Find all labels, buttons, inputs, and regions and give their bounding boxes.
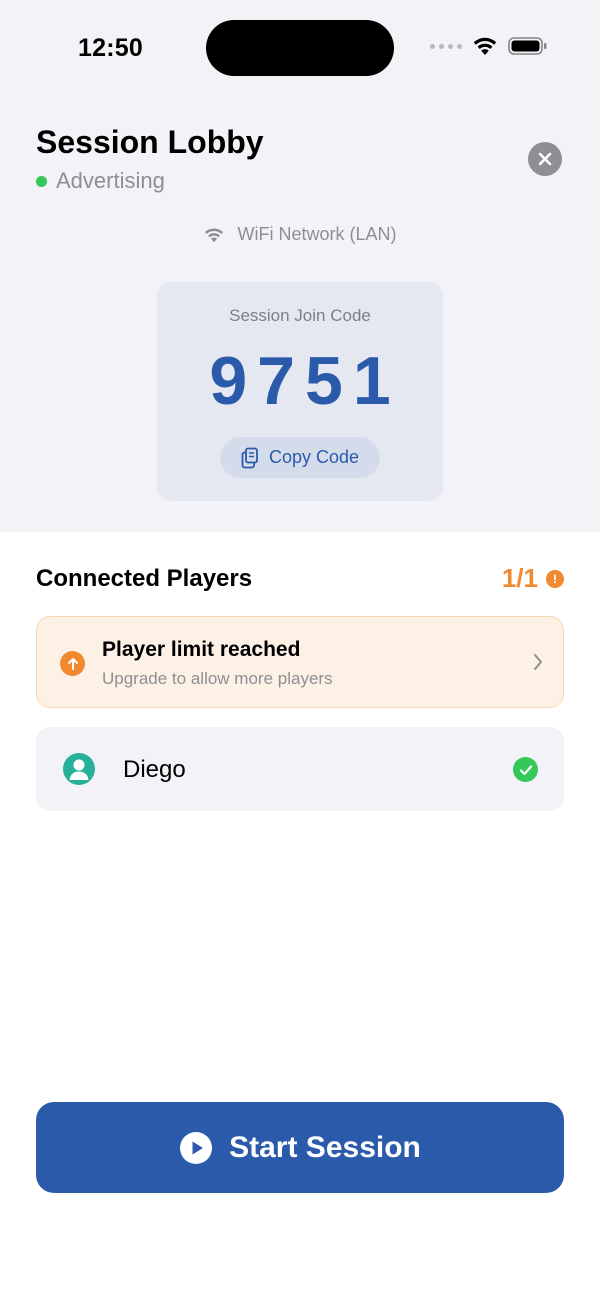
status-label: Advertising [56, 168, 165, 193]
copy-code-label: Copy Code [268, 447, 360, 467]
status-bar-icons [430, 36, 548, 56]
join-code-value: 9751 [209, 343, 401, 419]
upgrade-arrow-icon [60, 651, 85, 676]
player-limit-banner[interactable]: Player limit reached Upgrade to allow mo… [36, 616, 564, 708]
page-title: Session Lobby [36, 124, 264, 160]
network-info: WiFi Network (LAN) [0, 224, 600, 245]
network-label: WiFi Network (LAN) [237, 224, 397, 244]
start-session-button[interactable]: Start Session [36, 1102, 564, 1193]
join-code-label: Session Join Code [229, 306, 371, 325]
copy-code-button[interactable]: Copy Code [220, 437, 380, 478]
join-code-card: Session Join Code 9751 Copy Code [157, 282, 443, 501]
player-count: 1/1 ! [502, 563, 564, 594]
limit-title: Player limit reached [102, 638, 301, 661]
close-button[interactable] [528, 142, 562, 176]
battery-icon [508, 37, 547, 55]
advertising-status: Advertising [36, 168, 165, 194]
copy-icon [241, 447, 258, 468]
player-count-value: 1/1 [501, 563, 538, 593]
wifi-icon [205, 227, 224, 242]
warning-icon: ! [546, 569, 564, 588]
player-name: Diego [123, 756, 186, 783]
checkmark-icon [513, 757, 538, 782]
connected-players-heading: Connected Players [36, 565, 253, 592]
start-session-label: Start Session [229, 1130, 421, 1164]
list-item[interactable]: Diego [36, 727, 564, 811]
dynamic-island [206, 20, 394, 76]
chevron-right-icon [534, 654, 542, 670]
limit-subtitle: Upgrade to allow more players [102, 669, 333, 688]
wifi-icon [473, 37, 497, 55]
person-icon [63, 753, 95, 785]
status-dot-icon [36, 175, 47, 187]
play-icon [180, 1131, 213, 1164]
cellular-signal-icon [430, 43, 462, 49]
status-bar-time: 12:50 [78, 34, 143, 62]
close-icon [538, 152, 552, 166]
